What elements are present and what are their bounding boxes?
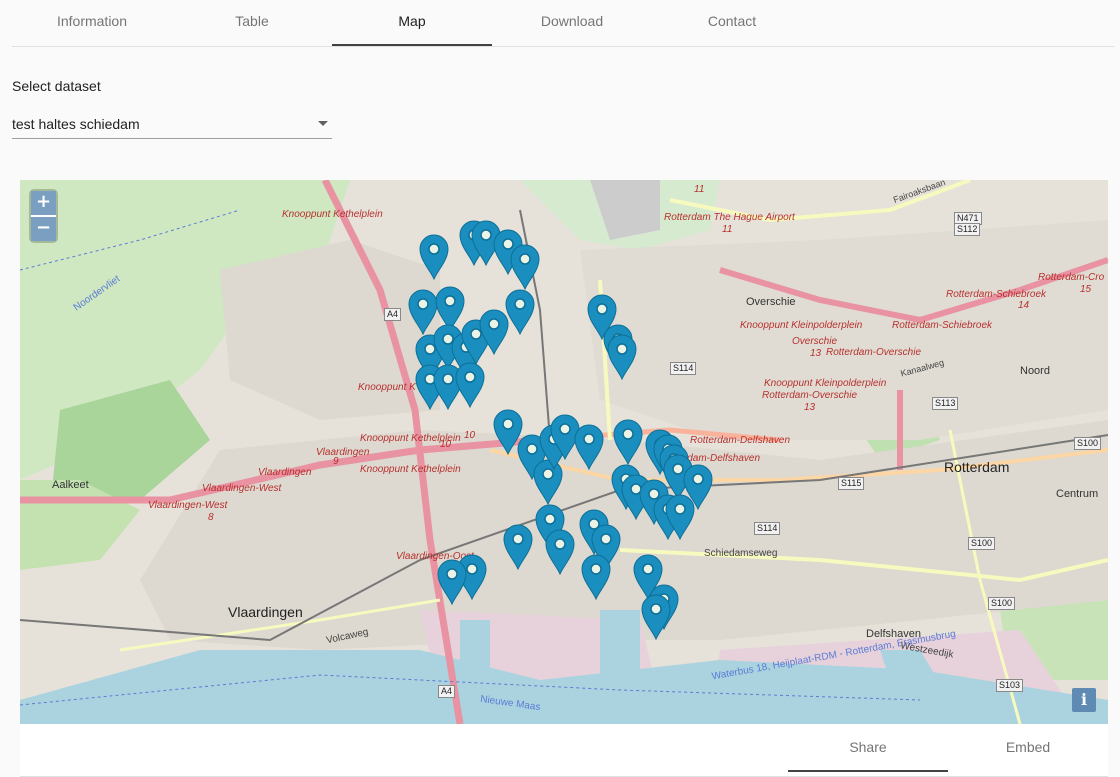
map-label: 11	[694, 184, 705, 195]
tab-share[interactable]: Share	[788, 724, 948, 772]
map-label: Knooppunt Kethelplein	[282, 209, 383, 220]
place-label: Overschie	[746, 296, 796, 308]
share-embed-tabs: Share Embed	[20, 724, 1108, 777]
map-marker-icon[interactable]	[478, 307, 510, 356]
map-marker-icon[interactable]	[612, 417, 644, 466]
road-shield: S100	[968, 537, 996, 550]
map-label: Rotterdam-Overschie	[762, 390, 858, 401]
map-marker-icon[interactable]	[580, 552, 612, 601]
zoom-in-button[interactable]: +	[31, 191, 56, 215]
place-label: Centrum	[1056, 488, 1099, 500]
tab-contact[interactable]: Contact	[652, 0, 812, 45]
map-label: 13	[804, 402, 816, 413]
map-marker-icon[interactable]	[418, 232, 450, 281]
select-dataset-label: Select dataset	[12, 78, 101, 94]
map-label: Vlaardingen-West	[202, 483, 282, 494]
map-label: Knooppunt Kleinpolderplein	[740, 320, 863, 331]
map-view[interactable]: Knooppunt Kethelplein Knooppunt Kethelpl…	[20, 180, 1108, 724]
map-label: 15	[1080, 284, 1092, 295]
map-marker-icon[interactable]	[664, 492, 696, 541]
map-label: Vlaardingen-West	[148, 500, 228, 511]
road-shield: S100	[988, 597, 1016, 610]
dataset-select[interactable]: test haltes schiedam	[12, 110, 332, 139]
caret-down-icon	[318, 121, 328, 126]
place-label: Noord	[1020, 365, 1050, 377]
map-label: 10	[464, 430, 476, 441]
tab-download[interactable]: Download	[492, 0, 652, 45]
road-shield: S112	[954, 223, 981, 236]
tab-information[interactable]: Information	[12, 0, 172, 45]
map-marker-icon[interactable]	[454, 360, 486, 409]
place-label: Vlaardingen	[228, 604, 303, 620]
map-label: Rotterdam-Delfshaven	[690, 435, 791, 446]
tab-embed[interactable]: Embed	[948, 724, 1108, 772]
map-label: 9	[333, 456, 339, 467]
tab-table[interactable]: Table	[172, 0, 332, 45]
map-marker-icon[interactable]	[436, 557, 468, 606]
road-shield: S114	[670, 362, 697, 375]
map-marker-icon[interactable]	[573, 422, 605, 471]
map-marker-icon[interactable]	[544, 527, 576, 576]
road-shield: S103	[996, 679, 1024, 692]
road-shield: S115	[838, 477, 865, 490]
map-label: 13	[810, 348, 822, 359]
map-label: Knooppunt K	[358, 382, 416, 393]
map-marker-icon[interactable]	[502, 522, 534, 571]
map-label: 10	[440, 439, 452, 450]
map-label: 14	[1018, 300, 1030, 311]
dataset-select-value: test haltes schiedam	[12, 116, 140, 132]
map-label: Vlaardingen	[316, 447, 370, 458]
map-label: Rotterdam-Cro	[1038, 272, 1105, 283]
main-tabs: Information Table Map Download Contact	[12, 0, 1114, 47]
zoom-out-button[interactable]: −	[31, 217, 56, 241]
map-label: Rotterdam-Schiebroek	[946, 289, 1047, 300]
map-label: Vlaardingen	[258, 467, 312, 478]
map-marker-icon[interactable]	[640, 592, 672, 641]
road-shield: S113	[932, 397, 959, 410]
map-label: Overschie	[792, 336, 838, 347]
map-marker-icon[interactable]	[509, 242, 541, 291]
zoom-control: + −	[31, 191, 56, 241]
tab-map[interactable]: Map	[332, 0, 492, 46]
road-shield: S100	[1074, 437, 1102, 450]
map-label: Rotterdam-Overschie	[826, 347, 922, 358]
place-label: Aalkeet	[52, 479, 89, 491]
map-label: Rotterdam-Schiebroek	[892, 320, 993, 331]
map-label: 11	[722, 224, 733, 235]
street-label: Schiedamseweg	[704, 548, 778, 559]
road-shield: A4	[438, 685, 456, 698]
info-button[interactable]: i	[1072, 688, 1096, 712]
place-label: Rotterdam	[944, 459, 1010, 475]
map-label: Knooppunt Kleinpolderplein	[764, 378, 887, 389]
map-label: 8	[208, 512, 214, 523]
road-shield: A4	[384, 308, 402, 321]
map-label: Rotterdam The Hague Airport	[664, 212, 795, 223]
map-label: Knooppunt Kethelplein	[360, 464, 461, 475]
road-shield: S114	[754, 522, 781, 535]
map-marker-icon[interactable]	[606, 332, 638, 381]
